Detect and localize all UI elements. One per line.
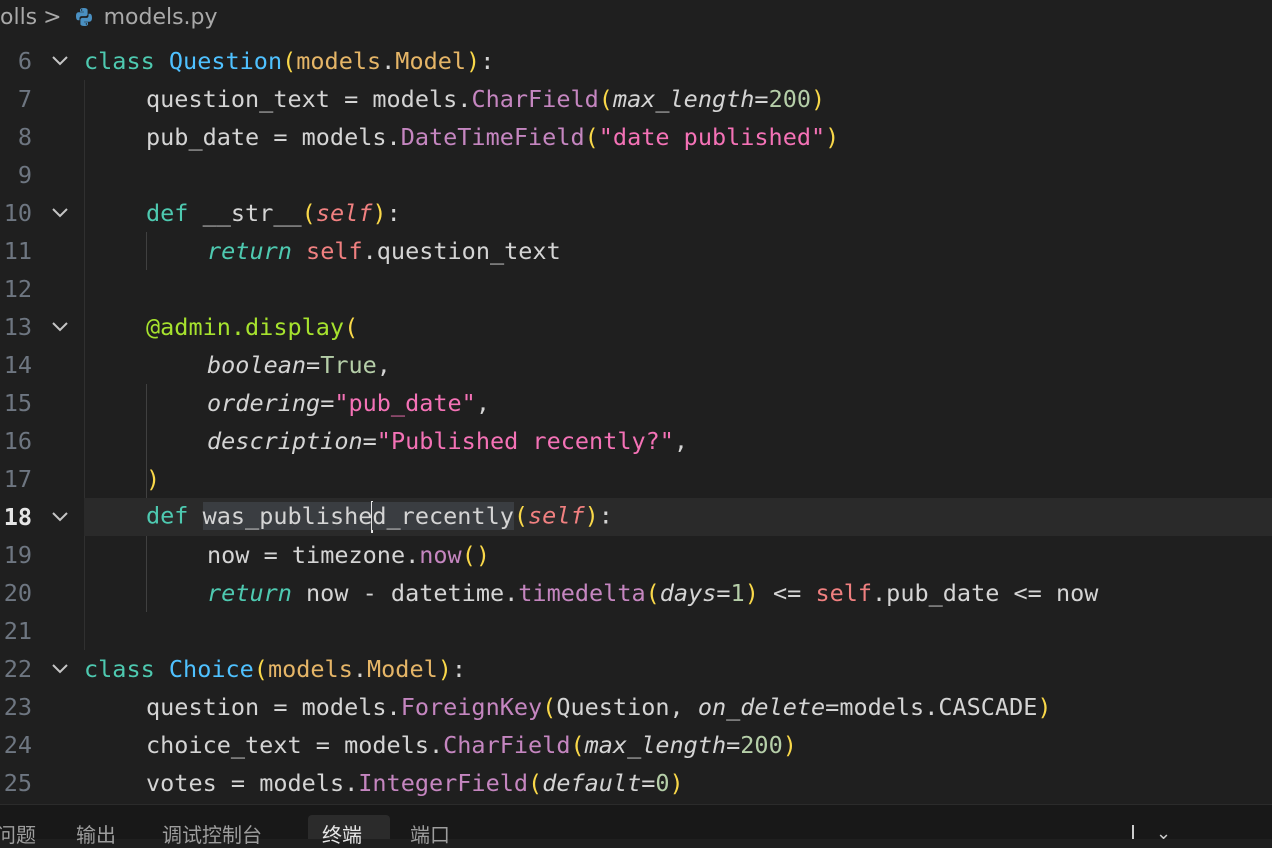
chevron-down-icon[interactable] bbox=[50, 53, 70, 69]
code-text: @admin.display( bbox=[146, 313, 359, 341]
code-line[interactable]: 8 pub_date = models.DateTimeField("date … bbox=[0, 118, 1272, 156]
code-line[interactable]: 20 return now - datetime.timedelta(days=… bbox=[0, 574, 1272, 612]
line-number: 9 bbox=[17, 161, 32, 189]
code-line[interactable]: 9 bbox=[0, 156, 1272, 194]
code-line[interactable]: 7 question_text = models.CharField(max_l… bbox=[0, 80, 1272, 118]
code-line[interactable]: 16 description="Published recently?", bbox=[0, 422, 1272, 460]
code-text: boolean=True, bbox=[207, 351, 391, 379]
code-line[interactable]: 23 question = models.ForeignKey(Question… bbox=[0, 688, 1272, 726]
code-text: class Choice(models.Model): bbox=[84, 655, 467, 683]
code-text: now = timezone.now() bbox=[207, 541, 490, 569]
code-line[interactable]: 12 bbox=[0, 270, 1272, 308]
code-text: return now - datetime.timedelta(days=1) … bbox=[207, 579, 1099, 607]
breadcrumb: olls > models.py bbox=[0, 0, 1272, 34]
code-line[interactable]: 19 now = timezone.now() bbox=[0, 536, 1272, 574]
chevron-down-icon[interactable] bbox=[50, 205, 70, 221]
code-line[interactable]: 11 return self.question_text bbox=[0, 232, 1272, 270]
code-text: def __str__(self): bbox=[146, 199, 401, 227]
chevron-down-icon[interactable] bbox=[50, 661, 70, 677]
line-number: 15 bbox=[3, 389, 32, 417]
code-line[interactable]: 6 class Question(models.Model): bbox=[0, 42, 1272, 80]
line-number: 24 bbox=[3, 731, 32, 759]
code-line[interactable]: 17 ) bbox=[0, 460, 1272, 498]
line-number: 12 bbox=[3, 275, 32, 303]
code-text: votes = models.IntegerField(default=0) bbox=[146, 769, 684, 797]
python-icon bbox=[75, 8, 92, 26]
code-text: class Question(models.Model): bbox=[84, 47, 495, 75]
code-line[interactable]: 10 def __str__(self): bbox=[0, 194, 1272, 232]
panel-separator bbox=[1132, 825, 1134, 839]
code-text: ordering="pub_date", bbox=[207, 389, 490, 417]
breadcrumb-folder[interactable]: olls bbox=[0, 5, 37, 30]
chevron-right-icon: > bbox=[43, 4, 62, 30]
code-line[interactable]: 14 boolean=True, bbox=[0, 346, 1272, 384]
line-number: 6 bbox=[17, 47, 32, 75]
tab-debug-console[interactable]: 调试控制台 bbox=[162, 819, 262, 848]
code-text: return self.question_text bbox=[207, 237, 561, 265]
tab-output[interactable]: 输出 bbox=[76, 819, 116, 848]
line-number: 13 bbox=[3, 313, 32, 341]
tab-problems[interactable]: 问题 bbox=[0, 819, 36, 848]
line-number: 23 bbox=[3, 693, 32, 721]
code-line[interactable]: 13 @admin.display( bbox=[0, 308, 1272, 346]
line-number: 20 bbox=[3, 579, 32, 607]
code-line[interactable]: 22 class Choice(models.Model): bbox=[0, 650, 1272, 688]
line-number: 14 bbox=[3, 351, 32, 379]
code-line[interactable]: 21 bbox=[0, 612, 1272, 650]
code-line-current[interactable]: 18 def was_published_recently(self): bbox=[0, 498, 1272, 536]
line-number: 11 bbox=[3, 237, 32, 265]
code-editor[interactable]: 6 class Question(models.Model): 7 questi… bbox=[0, 42, 1272, 804]
chevron-down-icon[interactable]: ⌄ bbox=[1156, 823, 1171, 844]
line-number: 7 bbox=[17, 85, 32, 113]
chevron-down-icon[interactable] bbox=[50, 319, 70, 335]
line-number: 25 bbox=[3, 769, 32, 797]
line-number: 17 bbox=[3, 465, 32, 493]
code-text: description="Published recently?", bbox=[207, 427, 689, 455]
code-text: def was_published_recently(self): bbox=[146, 501, 613, 533]
code-text: pub_date = models.DateTimeField("date pu… bbox=[146, 123, 840, 151]
tab-terminal[interactable]: 终端 bbox=[322, 819, 362, 848]
breadcrumb-file[interactable]: models.py bbox=[104, 5, 218, 30]
line-number: 21 bbox=[3, 617, 32, 645]
bottom-panel-tabs: 问题 输出 调试控制台 终端 端口 ⌄ bbox=[0, 804, 1272, 847]
code-line[interactable]: 25 votes = models.IntegerField(default=0… bbox=[0, 764, 1272, 802]
line-number: 8 bbox=[17, 123, 32, 151]
line-number: 10 bbox=[3, 199, 32, 227]
chevron-down-icon[interactable] bbox=[50, 509, 70, 525]
code-text: question = models.ForeignKey(Question, o… bbox=[146, 693, 1052, 721]
code-line[interactable]: 15 ordering="pub_date", bbox=[0, 384, 1272, 422]
line-number: 22 bbox=[3, 655, 32, 683]
code-text: question_text = models.CharField(max_len… bbox=[146, 85, 826, 113]
code-text: ) bbox=[146, 465, 161, 493]
code-line[interactable]: 24 choice_text = models.CharField(max_le… bbox=[0, 726, 1272, 764]
code-text: choice_text = models.CharField(max_lengt… bbox=[146, 731, 797, 759]
line-number: 18 bbox=[3, 503, 32, 531]
line-number: 19 bbox=[3, 541, 32, 569]
line-number: 16 bbox=[3, 427, 32, 455]
tab-ports[interactable]: 端口 bbox=[410, 819, 450, 848]
